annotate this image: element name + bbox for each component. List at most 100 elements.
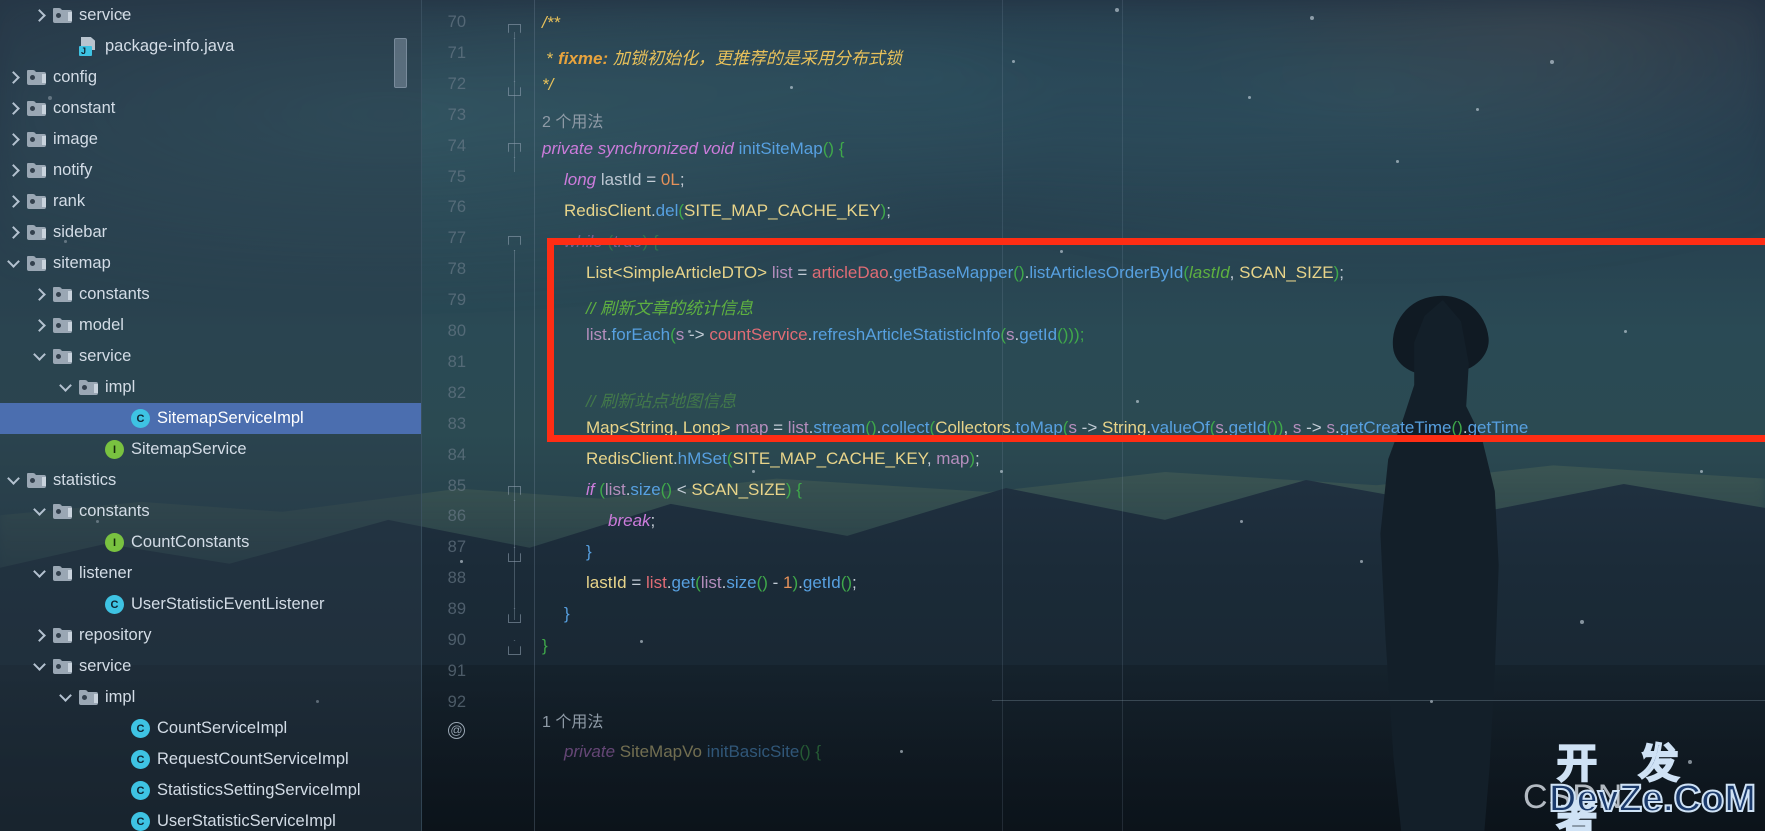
tree-item-repository[interactable]: repository (0, 620, 421, 651)
inlay-usage-hint-top[interactable]: 2 个用法 (542, 108, 603, 132)
tree-item-label: StatisticsSettingServiceImpl (157, 780, 361, 799)
tree-item-label: service (79, 346, 132, 365)
tree-item-countconstants[interactable]: I CountConstants (0, 527, 421, 558)
tree-item-listener[interactable]: listener (0, 558, 421, 589)
folder-icon (27, 163, 46, 178)
chevron-down-icon[interactable] (34, 567, 47, 580)
chevron-right-icon[interactable] (34, 9, 47, 22)
chevron-down-icon[interactable] (60, 691, 73, 704)
token-type-map: Map<String, Long> (586, 418, 731, 437)
folder-icon (53, 659, 72, 674)
line-number: 83 (447, 414, 466, 433)
tree-item-service[interactable]: service (0, 651, 421, 682)
project-tree-scrollbar[interactable] (394, 38, 407, 88)
annotation-at-icon[interactable]: @ (448, 722, 465, 739)
token-method-initbasicsite: initBasicSite (706, 742, 800, 761)
chevron-down-icon[interactable] (34, 660, 47, 673)
fold-marker-close-icon[interactable] (508, 640, 521, 655)
chevron-down-icon[interactable] (8, 474, 21, 487)
token-var-map: map (735, 418, 769, 437)
code-line-88: lastId = list.get(list.size() - 1).getId… (586, 573, 857, 592)
tree-item-sitemapservice[interactable]: I SitemapService (0, 434, 421, 465)
folder-icon (27, 132, 46, 147)
tree-item-rank[interactable]: rank (0, 186, 421, 217)
tree-item-label: SitemapServiceImpl (157, 408, 304, 427)
token-method-stream: stream (813, 418, 866, 437)
tree-item-impl[interactable]: impl (0, 372, 421, 403)
tree-item-package-info-java[interactable]: Jpackage-info.java (0, 31, 421, 62)
tree-item-requestcountserviceimpl[interactable]: C RequestCountServiceImpl (0, 744, 421, 775)
code-line-75: long lastId = 0L; (564, 170, 685, 189)
code-line-78: List<SimpleArticleDTO> list = articleDao… (586, 263, 1344, 282)
tree-item-label: SitemapService (131, 439, 247, 458)
code-line-79: // 刷新文章的统计信息 (542, 294, 753, 319)
fold-marker-open-icon[interactable] (508, 236, 521, 251)
token-keyword-if: if (586, 480, 595, 499)
chevron-down-icon[interactable] (34, 350, 47, 363)
inlay-usage-hint-bottom[interactable]: 1 个用法 (542, 708, 603, 732)
tree-item-statistics[interactable]: statistics (0, 465, 421, 496)
chevron-right-icon[interactable] (8, 195, 21, 208)
tree-item-sidebar[interactable]: sidebar (0, 217, 421, 248)
token-number-0l: 0L (660, 170, 680, 189)
code-line-86: break; (608, 511, 656, 530)
line-number: 79 (447, 291, 466, 310)
tree-item-impl[interactable]: impl (0, 682, 421, 713)
token-method-getbasemapper: getBaseMapper (893, 263, 1014, 282)
tree-item-label: repository (79, 625, 152, 644)
editor-indent-guide (1122, 0, 1123, 831)
code-content[interactable]: /** * fixme: 加锁初始化，更推荐的是采用分布式锁 */ 2 个用法 … (542, 0, 1765, 831)
tree-item-service[interactable]: service (0, 341, 421, 372)
tree-item-userstatisticeventlistener[interactable]: C UserStatisticEventListener (0, 589, 421, 620)
line-number: 72 (447, 74, 466, 93)
tree-item-statisticssettingserviceimpl[interactable]: C StatisticsSettingServiceImpl (0, 775, 421, 806)
tree-item-sitemapserviceimpl[interactable]: C SitemapServiceImpl (0, 403, 421, 434)
editor-gutter[interactable]: 70 71 72 73 74 75 76 77 78 79 80 81 82 83 84 85 86 87 88 89… (422, 0, 542, 831)
chevron-right-icon[interactable] (8, 226, 21, 239)
tree-item-countserviceimpl[interactable]: C CountServiceImpl (0, 713, 421, 744)
token-fixme-text: 加锁初始化，更推荐的是采用分布式锁 (608, 49, 902, 68)
line-number: 91 (447, 661, 466, 680)
project-tree-list[interactable]: service Jpackage-info.java config constant i… (0, 0, 421, 831)
tree-item-label: model (79, 315, 124, 334)
tree-item-config[interactable]: config (0, 62, 421, 93)
token-method-getid: getId (1019, 325, 1058, 344)
token-class-string: String (1102, 418, 1147, 437)
chevron-right-icon[interactable] (8, 71, 21, 84)
watermark: CSDN 开 发 者 DevZe.CoM (1523, 729, 1757, 831)
tree-item-constants[interactable]: constants (0, 496, 421, 527)
tree-item-userstatisticserviceimpl[interactable]: C UserStatisticServiceImpl (0, 806, 421, 831)
token-var-list: list (586, 325, 607, 344)
project-tree-panel[interactable]: service Jpackage-info.java config constant i… (0, 0, 422, 831)
tree-item-notify[interactable]: notify (0, 155, 421, 186)
chevron-down-icon[interactable] (8, 257, 21, 270)
tree-item-image[interactable]: image (0, 124, 421, 155)
tree-item-sitemap[interactable]: sitemap (0, 248, 421, 279)
tree-item-service[interactable]: service (0, 0, 421, 31)
chevron-right-icon[interactable] (34, 288, 47, 301)
token-const-scansize: SCAN_SIZE (1239, 263, 1334, 282)
tree-item-label: constants (79, 501, 150, 520)
token-method-size: size (726, 573, 757, 592)
chevron-right-icon[interactable] (8, 102, 21, 115)
chevron-right-icon[interactable] (8, 164, 21, 177)
chevron-down-icon[interactable] (60, 381, 73, 394)
chevron-down-icon[interactable] (34, 505, 47, 518)
code-line-77: while (true) { (564, 232, 659, 251)
chevron-right-icon[interactable] (8, 133, 21, 146)
line-number: 73 (447, 105, 466, 124)
code-editor[interactable]: 70 71 72 73 74 75 76 77 78 79 80 81 82 83 84 85 86 87 88 89… (422, 0, 1765, 831)
folder-icon (27, 256, 46, 271)
chevron-right-icon[interactable] (34, 629, 47, 642)
token-var-list: list (646, 573, 667, 592)
token-method-collect: collect (881, 418, 930, 437)
token-var-list: list (771, 263, 793, 282)
folder-icon (27, 225, 46, 240)
chevron-right-icon[interactable] (34, 319, 47, 332)
tree-item-model[interactable]: model (0, 310, 421, 341)
tree-item-constants[interactable]: constants (0, 279, 421, 310)
token-method-size: size (630, 480, 661, 499)
inlay-separator (992, 700, 1765, 701)
tree-item-constant[interactable]: constant (0, 93, 421, 124)
